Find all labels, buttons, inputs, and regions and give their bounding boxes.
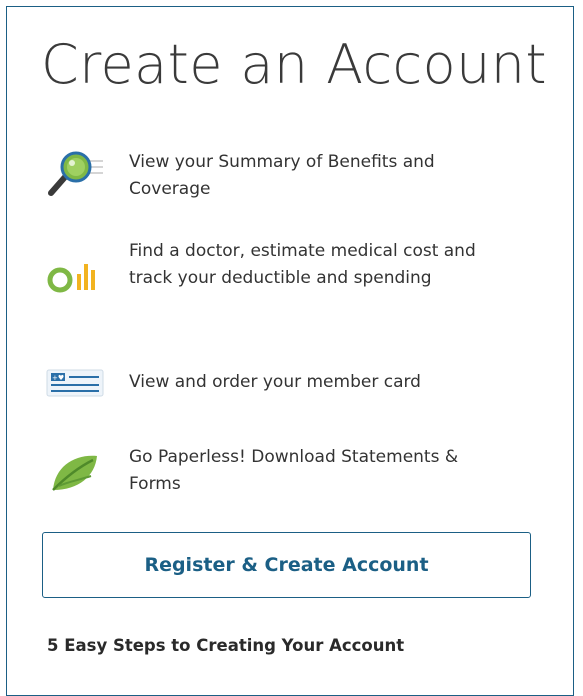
page-title: Create an Account: [41, 33, 547, 96]
leaf-icon: [45, 444, 107, 500]
svg-text:+♥: +♥: [52, 374, 64, 382]
create-account-panel: Create an Account View your Summary of B…: [6, 6, 574, 696]
feature-text: Find a doctor, estimate medical cost and…: [129, 241, 476, 288]
magnifying-glass-icon: [45, 149, 107, 201]
steps-heading: 5 Easy Steps to Creating Your Account: [47, 636, 405, 655]
feature-paperless: Go Paperless! Download Statements & Form…: [45, 444, 489, 500]
feature-find-doctor: Find a doctor, estimate medical cost and…: [45, 238, 489, 314]
feature-summary-benefits: View your Summary of Benefits and Covera…: [45, 149, 489, 203]
feature-text: View and order your member card: [129, 372, 421, 392]
member-card-icon: +♥: [45, 368, 107, 398]
feature-text: Go Paperless! Download Statements & Form…: [129, 447, 459, 494]
feature-text: View your Summary of Benefits and Covera…: [129, 152, 435, 199]
cost-chart-icon: [45, 238, 107, 314]
register-create-account-button[interactable]: Register & Create Account: [42, 532, 531, 598]
feature-member-card: +♥ View and order your member card: [45, 368, 489, 398]
